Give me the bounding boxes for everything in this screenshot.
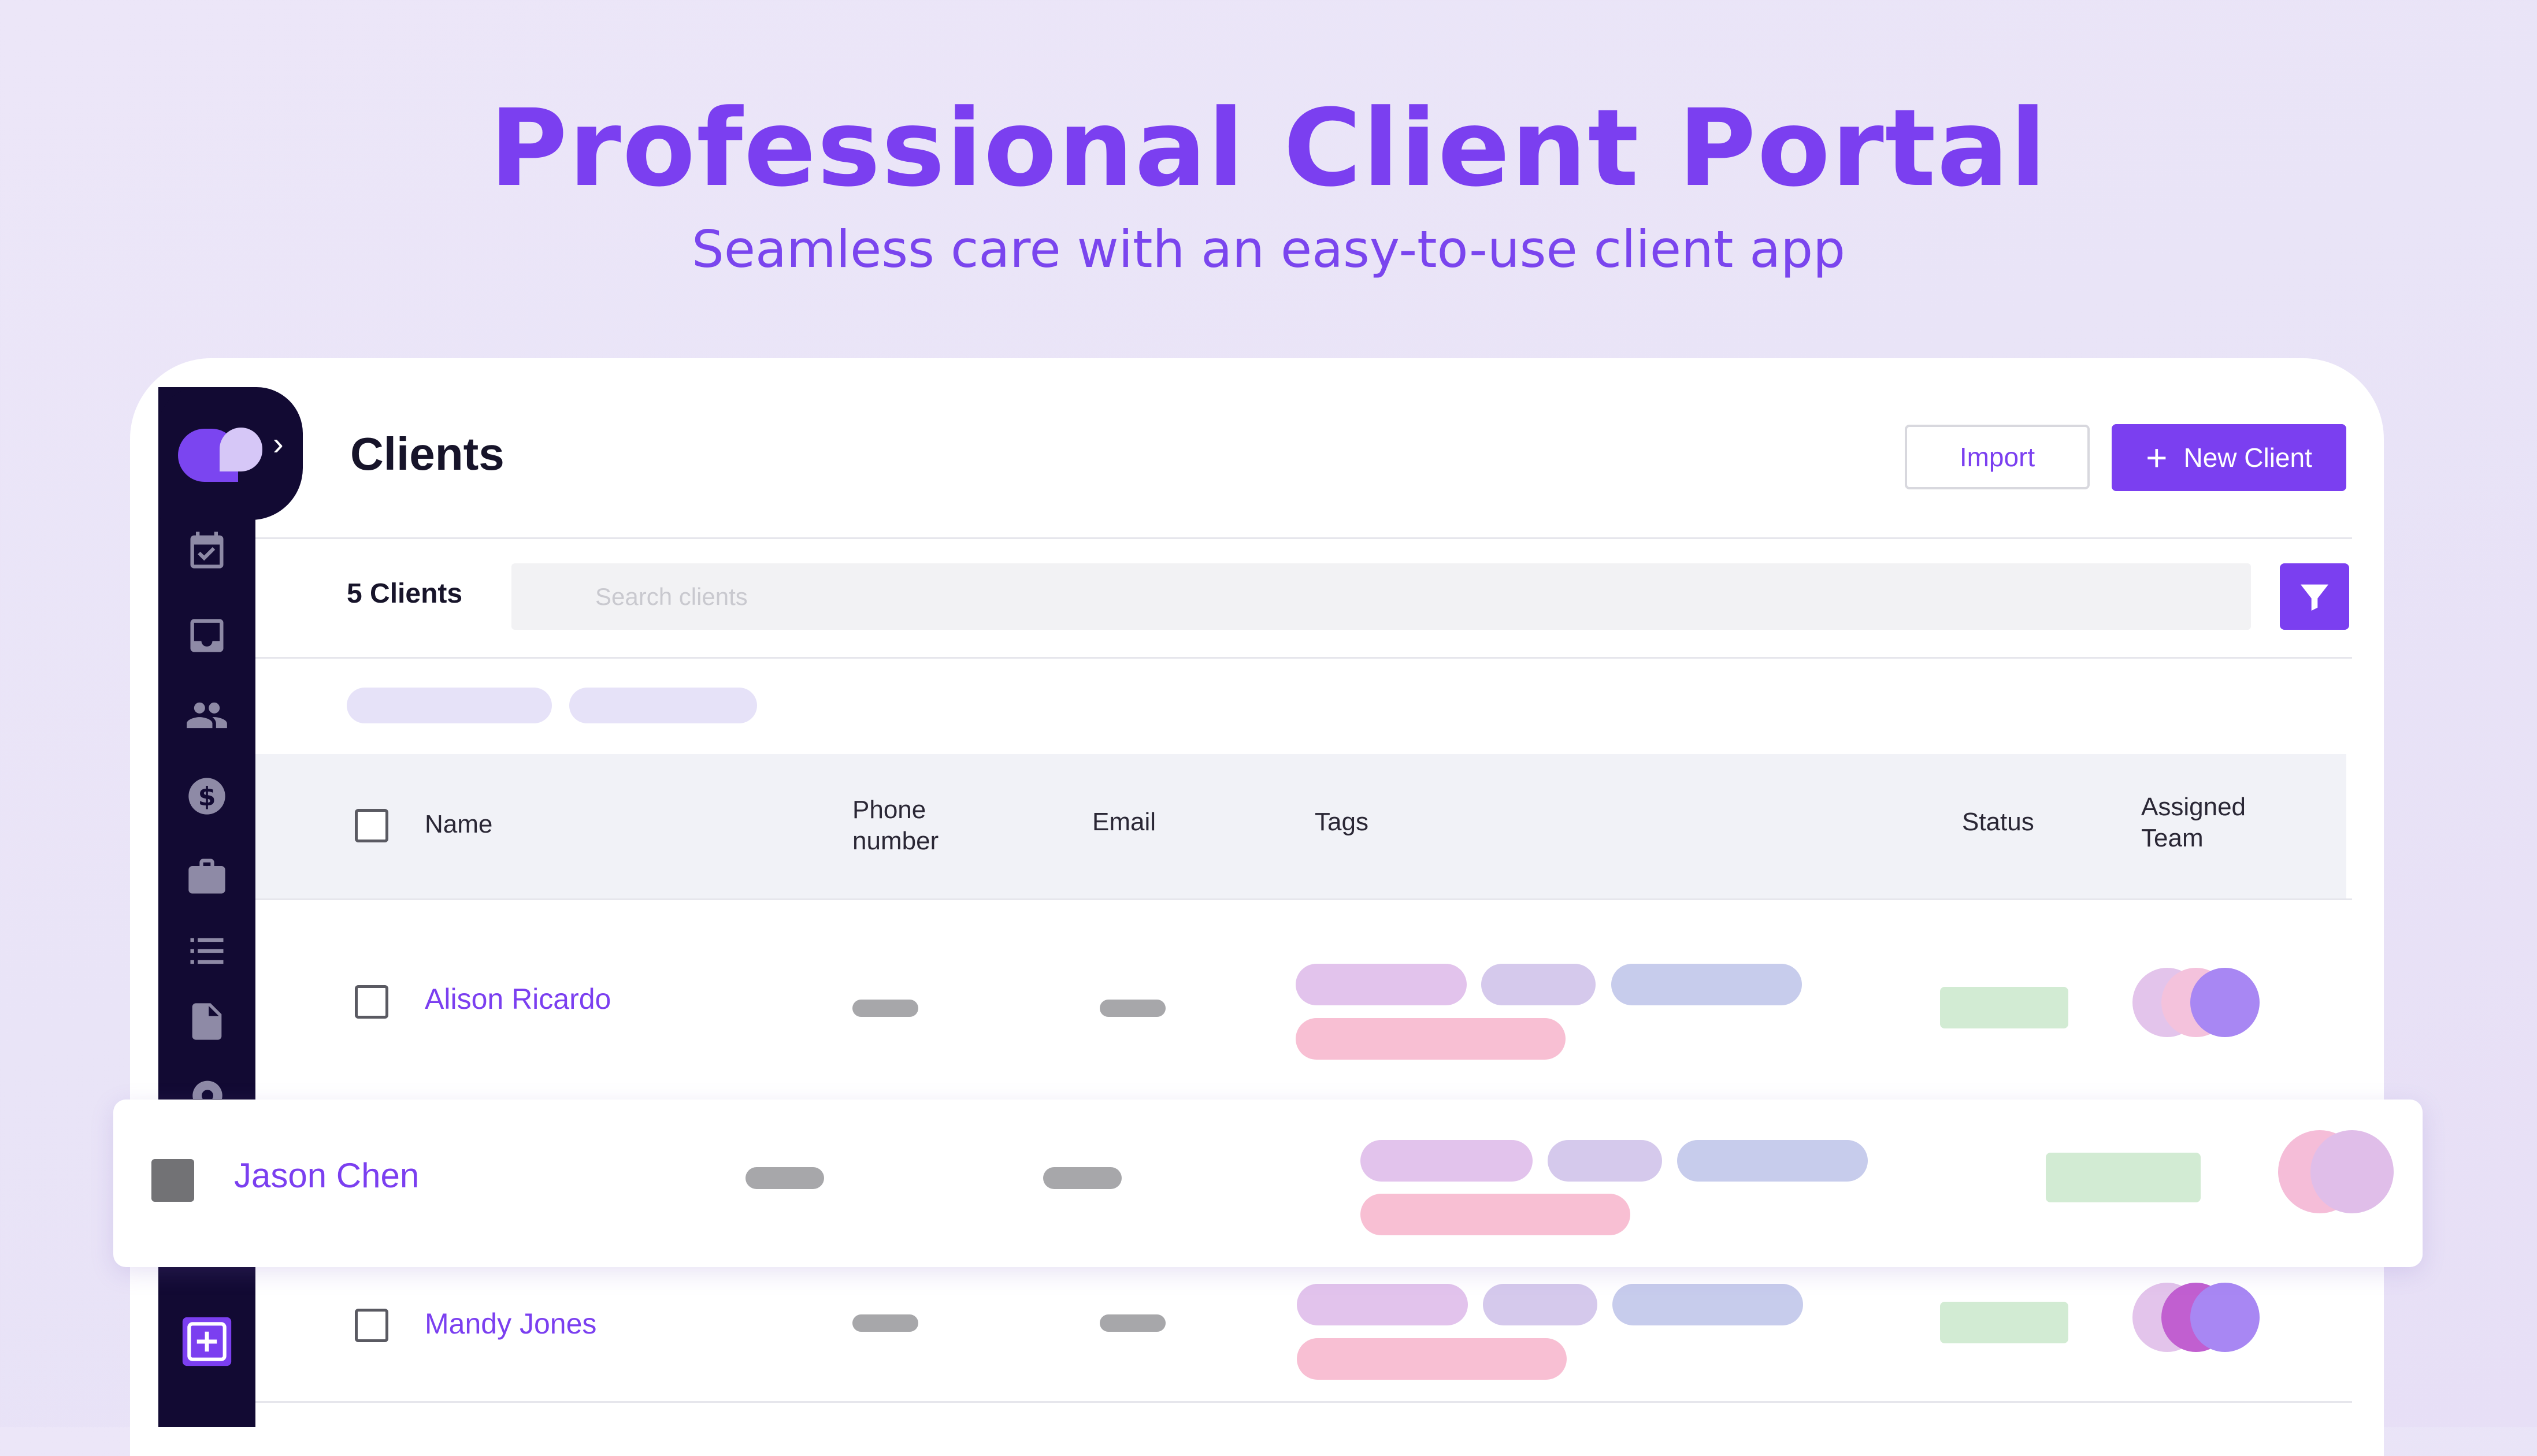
column-assigned-team[interactable]: Assigned Team [2141,792,2246,854]
add-box-icon[interactable] [180,1315,233,1368]
column-phone[interactable]: Phone number [852,794,939,857]
svg-text:$: $ [198,782,216,812]
document-icon[interactable] [185,1000,229,1043]
hero-title: Professional Client Portal [489,87,2048,210]
status-badge [1940,987,2068,1028]
client-name-link[interactable]: Alison Ricardo [425,982,611,1016]
filter-chip[interactable] [569,688,757,723]
people-icon[interactable] [184,693,228,737]
tag-pill[interactable] [1297,1338,1567,1380]
tag-pill[interactable] [1296,1018,1566,1060]
phone-placeholder [852,1000,918,1017]
search-placeholder: Search clients [595,582,748,610]
new-client-button[interactable]: + New Client [2112,424,2346,491]
filter-chip[interactable] [347,688,552,723]
row-checkbox[interactable] [151,1159,194,1202]
row-divider [255,1401,2352,1403]
filter-button[interactable] [2280,563,2349,630]
row-checkbox[interactable] [355,985,388,1019]
hero-subtitle: Seamless care with an easy-to-use client… [692,220,1845,279]
tag-pill[interactable] [1483,1284,1597,1325]
header-divider [255,537,2352,539]
column-phone-line1: Phone [852,796,926,824]
email-placeholder [1100,1000,1166,1017]
tag-pill[interactable] [1677,1140,1868,1182]
column-phone-line2: number [852,827,939,855]
avatar[interactable] [2190,968,2260,1037]
avatar[interactable] [2190,1283,2260,1352]
row-checkbox[interactable] [355,1309,388,1342]
logo-bubble-icon [220,428,262,471]
column-team-line1: Assigned [2141,793,2246,821]
tag-pill[interactable] [1612,1284,1803,1325]
column-name[interactable]: Name [425,809,492,840]
client-name-link[interactable]: Jason Chen [234,1156,419,1195]
tag-pill[interactable] [1481,964,1596,1005]
column-team-line2: Team [2141,824,2204,852]
email-placeholder [1043,1167,1122,1189]
client-count: 5 Clients [347,578,463,609]
search-input[interactable]: Search clients [511,563,2251,630]
calendar-check-icon[interactable] [185,528,229,572]
dollar-icon[interactable]: $ [185,774,229,818]
tag-pill[interactable] [1297,1284,1468,1325]
status-badge [1940,1302,2068,1343]
list-icon[interactable] [185,929,229,973]
email-placeholder [1100,1314,1166,1332]
filter-icon [2301,584,2328,611]
column-tags[interactable]: Tags [1315,807,1368,838]
new-client-label: New Client [2183,443,2312,473]
chevron-right-icon[interactable]: › [273,428,284,460]
column-email[interactable]: Email [1092,807,1156,838]
plus-icon: + [2146,437,2168,478]
tag-pill[interactable] [1360,1140,1533,1182]
inbox-icon[interactable] [185,614,229,658]
avatar[interactable] [2310,1130,2394,1213]
status-badge [2046,1153,2201,1202]
tag-pill[interactable] [1296,964,1467,1005]
phone-placeholder [852,1314,918,1332]
page-title: Clients [350,428,505,480]
client-name-link[interactable]: Mandy Jones [425,1307,596,1340]
select-all-checkbox[interactable] [355,809,388,842]
briefcase-icon[interactable] [185,855,229,899]
import-button[interactable]: Import [1905,425,2090,489]
tag-pill[interactable] [1360,1194,1630,1235]
tag-pill[interactable] [1548,1140,1662,1182]
phone-placeholder [745,1167,824,1189]
toolbar-divider [255,657,2352,659]
column-status[interactable]: Status [1962,807,2034,838]
header-row-divider [255,898,2352,900]
tag-pill[interactable] [1611,964,1802,1005]
